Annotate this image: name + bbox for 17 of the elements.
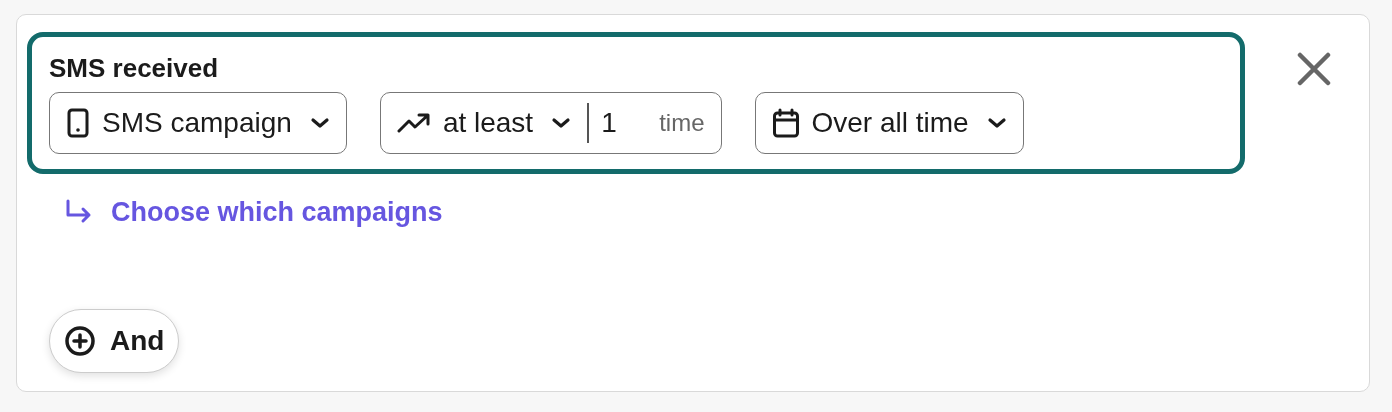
operator-dropdown[interactable]: at least bbox=[396, 102, 572, 145]
unit-label: time bbox=[659, 108, 705, 139]
condition-title: SMS received bbox=[49, 53, 220, 85]
count-field[interactable]: 1 bbox=[589, 102, 660, 145]
dropdown-button[interactable]: SMS campaign bbox=[49, 92, 347, 155]
close-icon bbox=[1297, 52, 1331, 86]
phone-icon bbox=[66, 108, 90, 139]
close-button[interactable] bbox=[1297, 52, 1331, 86]
dropdown-button[interactable]: Over all time bbox=[754, 92, 1024, 155]
caret-icon bbox=[309, 117, 330, 130]
calendar-icon bbox=[771, 108, 800, 139]
and-button[interactable]: And bbox=[49, 308, 180, 373]
plus-circle-icon bbox=[64, 324, 96, 357]
choose-campaigns-link[interactable]: Choose which campaigns bbox=[111, 192, 443, 233]
caret-icon bbox=[551, 117, 572, 130]
trend-up-icon bbox=[396, 112, 431, 135]
caret-icon bbox=[986, 117, 1007, 130]
